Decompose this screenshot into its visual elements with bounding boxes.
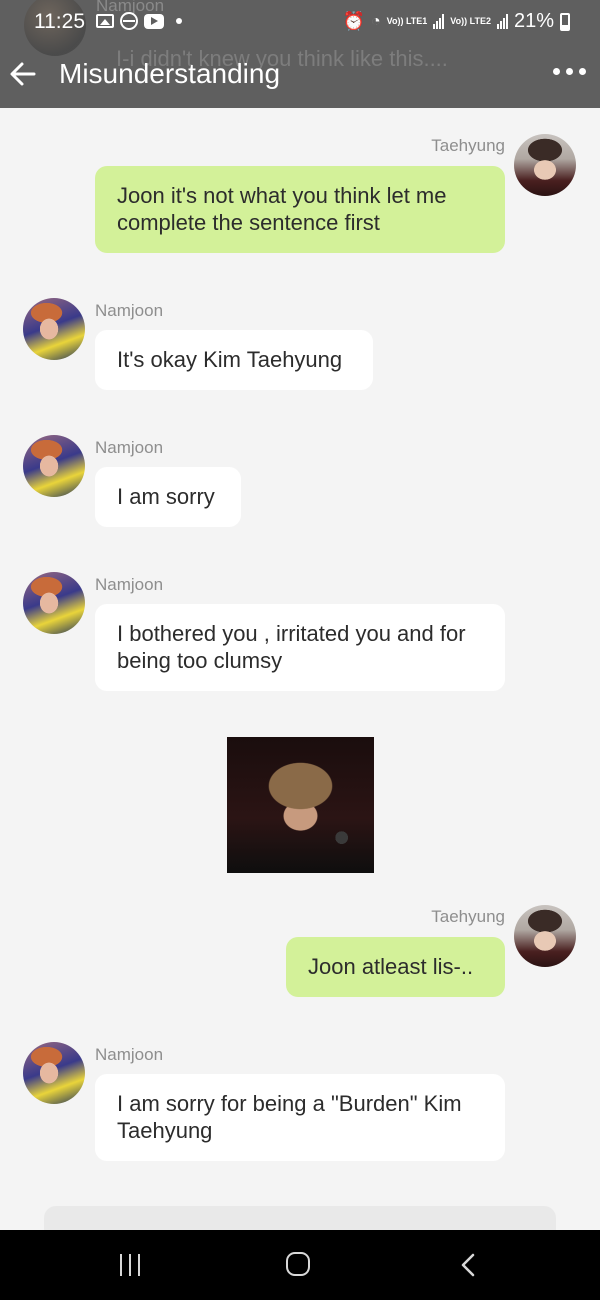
avatar[interactable] <box>514 905 576 967</box>
wifi-icon: ◔ <box>370 12 381 30</box>
sender-name: Namjoon <box>95 575 164 594</box>
system-nav-bar <box>0 1230 600 1300</box>
chat-title: Misunderstanding <box>59 58 281 89</box>
battery-percent: 21% <box>513 10 554 32</box>
signal1-icon <box>433 14 445 29</box>
sender-name: Namjoon <box>95 1045 164 1064</box>
message-bubble[interactable]: Joon it's not what you think let me comp… <box>95 166 505 253</box>
message-bubble[interactable]: I bothered you , irritated you and for b… <box>95 604 505 691</box>
more-notifications-dot-icon <box>176 18 182 24</box>
nav-home-icon[interactable] <box>286 1252 310 1276</box>
alarm-icon: ⏰ <box>342 11 365 31</box>
network2-label: Vo)) LTE2 <box>450 16 491 26</box>
message-bubble[interactable]: I am sorry <box>95 467 241 527</box>
sender-name: Namjoon <box>95 301 164 320</box>
browser-icon <box>120 12 138 30</box>
app-header: Namjoon I-i didn't knew you think like t… <box>0 0 600 108</box>
network1-label: Vo)) LTE1 <box>386 16 428 26</box>
nav-back-icon[interactable] <box>458 1252 478 1278</box>
avatar[interactable] <box>23 1042 85 1104</box>
avatar[interactable] <box>514 134 576 196</box>
gallery-icon <box>96 14 114 28</box>
avatar[interactable] <box>23 435 85 497</box>
shared-photo[interactable] <box>227 737 374 873</box>
message-bubble[interactable]: I am sorry for being a "Burden" Kim Taeh… <box>95 1074 505 1161</box>
back-arrow-icon[interactable] <box>8 58 38 90</box>
avatar[interactable] <box>23 572 85 634</box>
status-system-icons: ⏰ ◔ Vo)) LTE1 Vo)) LTE2 21% <box>343 10 570 33</box>
nav-recent-icon[interactable] <box>120 1254 140 1276</box>
sender-name: Taehyung <box>431 136 505 155</box>
status-notification-icons <box>96 12 182 30</box>
avatar[interactable] <box>23 298 85 360</box>
sender-name: Namjoon <box>95 438 164 457</box>
more-dots-icon[interactable] <box>553 68 586 75</box>
battery-icon <box>560 12 570 31</box>
youtube-icon <box>144 13 164 29</box>
status-time: 11:25 <box>34 10 85 33</box>
signal2-icon <box>496 14 508 29</box>
message-bubble[interactable]: It's okay Kim Taehyung <box>95 330 373 390</box>
message-bubble[interactable]: Joon atleast lis-.. <box>286 937 505 997</box>
sender-name: Taehyung <box>431 907 505 926</box>
